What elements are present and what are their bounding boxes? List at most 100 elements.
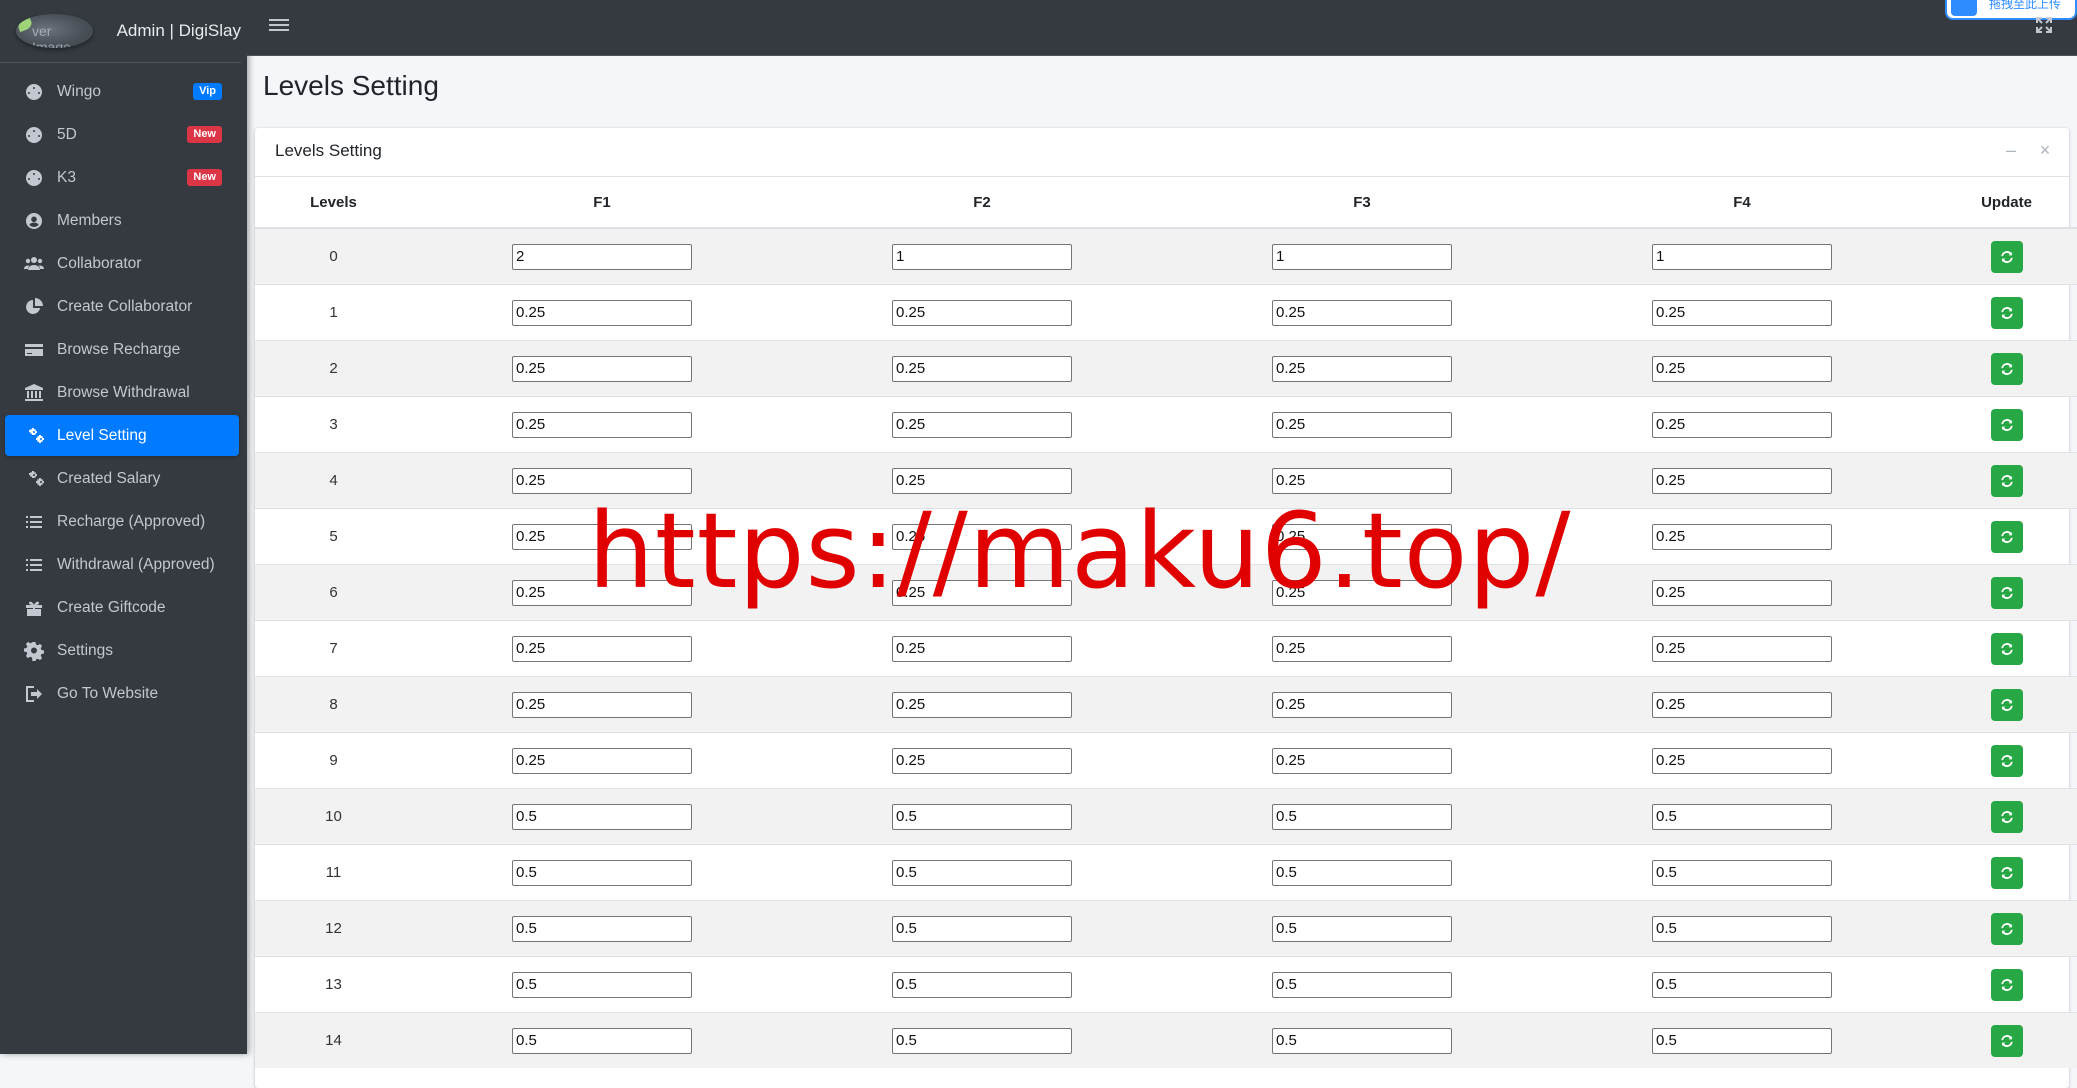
- f2-input[interactable]: [892, 523, 1072, 550]
- f4-input[interactable]: [1652, 355, 1832, 382]
- f1-input[interactable]: [512, 411, 692, 438]
- sidebar-item-create-collaborator[interactable]: Create Collaborator: [5, 286, 239, 327]
- f3-input[interactable]: [1272, 355, 1452, 382]
- f2-input[interactable]: [892, 299, 1072, 326]
- update-button[interactable]: [1990, 464, 2023, 497]
- f3-input[interactable]: [1272, 243, 1452, 270]
- f2-input[interactable]: [892, 355, 1072, 382]
- f1-input[interactable]: [512, 467, 692, 494]
- f4-input[interactable]: [1652, 747, 1832, 774]
- f2-input[interactable]: [892, 747, 1072, 774]
- f2-input[interactable]: [892, 579, 1072, 606]
- update-button[interactable]: [1990, 800, 2023, 833]
- f4-input[interactable]: [1652, 915, 1832, 942]
- f3-input[interactable]: [1272, 803, 1452, 830]
- update-button[interactable]: [1990, 520, 2023, 553]
- update-button[interactable]: [1990, 1024, 2023, 1057]
- f3-input[interactable]: [1272, 579, 1452, 606]
- sidebar-item-level-setting[interactable]: Level Setting: [5, 415, 239, 456]
- sidebar-item-recharge-approved[interactable]: Recharge (Approved): [5, 501, 239, 542]
- f2-input[interactable]: [892, 467, 1072, 494]
- f1-input[interactable]: [512, 915, 692, 942]
- levels-table-body: 01234567891011121314: [255, 227, 2077, 1068]
- f4-input[interactable]: [1652, 803, 1832, 830]
- f2-input[interactable]: [892, 915, 1072, 942]
- close-button[interactable]: ×: [2035, 138, 2055, 162]
- f1-input[interactable]: [512, 803, 692, 830]
- sidebar-item-settings[interactable]: Settings: [5, 630, 239, 671]
- update-button[interactable]: [1990, 632, 2023, 665]
- sidebar-item-created-salary[interactable]: Created Salary: [5, 458, 239, 499]
- f3-cell: [1172, 508, 1552, 565]
- f1-input[interactable]: [512, 971, 692, 998]
- update-button[interactable]: [1990, 576, 2023, 609]
- sidebar-item-go-to-website[interactable]: Go To Website: [5, 673, 239, 714]
- f4-input[interactable]: [1652, 411, 1832, 438]
- minimize-button[interactable]: –: [2001, 138, 2021, 162]
- f3-input[interactable]: [1272, 467, 1452, 494]
- f4-input[interactable]: [1652, 859, 1832, 886]
- f2-input[interactable]: [892, 1027, 1072, 1054]
- f4-input[interactable]: [1652, 691, 1832, 718]
- sidebar-item-collaborator[interactable]: Collaborator: [5, 243, 239, 284]
- f2-input[interactable]: [892, 859, 1072, 886]
- f4-input[interactable]: [1652, 243, 1832, 270]
- f4-input[interactable]: [1652, 635, 1832, 662]
- f4-input[interactable]: [1652, 467, 1832, 494]
- f1-input[interactable]: [512, 747, 692, 774]
- f2-input[interactable]: [892, 803, 1072, 830]
- f1-input[interactable]: [512, 1027, 692, 1054]
- f4-input[interactable]: [1652, 579, 1832, 606]
- f1-input[interactable]: [512, 579, 692, 606]
- f1-input[interactable]: [512, 523, 692, 550]
- f2-cell: [792, 564, 1172, 621]
- f1-input[interactable]: [512, 355, 692, 382]
- f4-input[interactable]: [1652, 971, 1832, 998]
- f3-input[interactable]: [1272, 523, 1452, 550]
- f4-input[interactable]: [1652, 1027, 1832, 1054]
- f3-input[interactable]: [1272, 915, 1452, 942]
- sidebar-item-members[interactable]: Members: [5, 200, 239, 241]
- update-button[interactable]: [1990, 296, 2023, 329]
- f3-input[interactable]: [1272, 691, 1452, 718]
- f1-input[interactable]: [512, 635, 692, 662]
- f3-input[interactable]: [1272, 299, 1452, 326]
- fullscreen-icon[interactable]: [2035, 16, 2053, 34]
- f3-input[interactable]: [1272, 971, 1452, 998]
- sidebar-item-5d[interactable]: 5D New: [5, 114, 239, 155]
- update-button[interactable]: [1990, 912, 2023, 945]
- update-button[interactable]: [1990, 688, 2023, 721]
- sidebar-item-k3[interactable]: K3 New: [5, 157, 239, 198]
- f3-input[interactable]: [1272, 747, 1452, 774]
- update-button[interactable]: [1990, 408, 2023, 441]
- update-button[interactable]: [1990, 968, 2023, 1001]
- sidebar-item-wingo[interactable]: Wingo Vip: [5, 71, 239, 112]
- sidebar-item-browse-withdrawal[interactable]: Browse Withdrawal: [5, 372, 239, 413]
- sidebar-item-browse-recharge[interactable]: Browse Recharge: [5, 329, 239, 370]
- f1-input[interactable]: [512, 299, 692, 326]
- update-button[interactable]: [1990, 352, 2023, 385]
- f1-input[interactable]: [512, 243, 692, 270]
- f3-input[interactable]: [1272, 635, 1452, 662]
- f3-input[interactable]: [1272, 1027, 1452, 1054]
- f1-input[interactable]: [512, 691, 692, 718]
- update-button[interactable]: [1990, 856, 2023, 889]
- f2-input[interactable]: [892, 971, 1072, 998]
- f2-input[interactable]: [892, 691, 1072, 718]
- brand-link[interactable]: ver Image Admin | DigiSlay: [0, 0, 241, 63]
- f4-input[interactable]: [1652, 299, 1832, 326]
- floating-upload-widget[interactable]: 拖拽至此上传: [1945, 0, 2077, 20]
- f2-input[interactable]: [892, 243, 1072, 270]
- update-button[interactable]: [1990, 240, 2023, 273]
- f1-input[interactable]: [512, 859, 692, 886]
- f4-input[interactable]: [1652, 523, 1832, 550]
- f3-input[interactable]: [1272, 411, 1452, 438]
- update-button[interactable]: [1990, 744, 2023, 777]
- column-header-update: Update: [1932, 177, 2077, 229]
- f3-input[interactable]: [1272, 859, 1452, 886]
- hamburger-menu-icon[interactable]: [269, 16, 289, 36]
- f2-input[interactable]: [892, 411, 1072, 438]
- sidebar-item-withdrawal-approved[interactable]: Withdrawal (Approved): [5, 544, 239, 585]
- f2-input[interactable]: [892, 635, 1072, 662]
- sidebar-item-create-giftcode[interactable]: Create Giftcode: [5, 587, 239, 628]
